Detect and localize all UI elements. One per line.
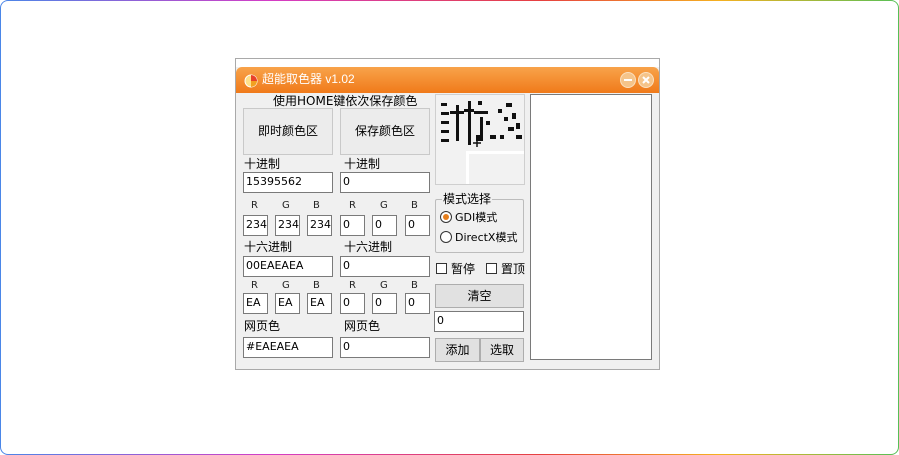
saved-web-label: 网页色 xyxy=(344,319,381,333)
live-g-hex-field[interactable]: EA xyxy=(275,293,300,314)
saved-web-field[interactable]: 0 xyxy=(340,337,430,358)
live-r-hex-field[interactable]: EA xyxy=(243,293,268,314)
live-b-label: B xyxy=(313,200,320,211)
live-hex-label: 十六进制 xyxy=(244,240,293,254)
saved-decimal-label: 十进制 xyxy=(344,157,381,171)
live-hex-field[interactable]: 00EAEAEA xyxy=(243,256,333,277)
pause-checkbox[interactable] xyxy=(436,263,447,274)
saved-b-hex-label: B xyxy=(411,280,418,291)
live-decimal-label: 十进制 xyxy=(244,157,281,171)
live-decimal-field[interactable]: 15395562 xyxy=(243,172,333,193)
live-r-hex-label: R xyxy=(251,280,258,291)
close-button[interactable] xyxy=(638,72,654,88)
saved-hex-field[interactable]: 0 xyxy=(340,256,430,277)
gdi-mode-radio[interactable] xyxy=(440,211,452,223)
mode-group-label: 模式选择 xyxy=(442,192,493,206)
saved-r-label: R xyxy=(349,200,356,211)
magnifier-preview xyxy=(435,94,525,185)
add-button[interactable]: 添加 xyxy=(435,338,480,362)
directx-mode-radio[interactable] xyxy=(440,231,452,243)
live-b-dec-field[interactable]: 234 xyxy=(307,215,332,236)
saved-r-dec-field[interactable]: 0 xyxy=(340,215,365,236)
saved-color-area-button[interactable]: 保存颜色区 xyxy=(340,108,430,155)
saved-g-hex-label: G xyxy=(380,280,388,291)
pick-button[interactable]: 选取 xyxy=(480,338,524,362)
live-g-label: G xyxy=(282,200,290,211)
saved-b-label: B xyxy=(411,200,418,211)
saved-g-dec-field[interactable]: 0 xyxy=(372,215,397,236)
saved-r-hex-field[interactable]: 0 xyxy=(340,293,365,314)
count-field[interactable]: 0 xyxy=(434,311,524,332)
saved-g-hex-field[interactable]: 0 xyxy=(372,293,397,314)
saved-b-dec-field[interactable]: 0 xyxy=(405,215,430,236)
saved-b-hex-field[interactable]: 0 xyxy=(405,293,430,314)
app-logo-icon xyxy=(244,73,258,88)
window-top-strip xyxy=(236,59,659,67)
app-window: 超能取色器 v1.02 使用HOME键依次保存颜色 即时颜色区 保存颜色区 十进… xyxy=(235,58,660,370)
clear-button[interactable]: 清空 xyxy=(435,284,524,308)
live-g-dec-field[interactable]: 234 xyxy=(275,215,300,236)
saved-colors-list[interactable] xyxy=(530,94,652,360)
live-web-field[interactable]: #EAEAEA xyxy=(243,337,333,358)
live-r-label: R xyxy=(251,200,258,211)
saved-g-label: G xyxy=(380,200,388,211)
hotkey-hint: 使用HOME键依次保存颜色 xyxy=(273,94,418,108)
live-web-label: 网页色 xyxy=(244,319,281,333)
magnified-pixels-icon xyxy=(436,95,524,184)
minimize-button[interactable] xyxy=(620,72,636,88)
pause-label[interactable]: 暂停 xyxy=(451,262,475,276)
directx-mode-label[interactable]: DirectX模式 xyxy=(455,231,517,245)
live-b-hex-label: B xyxy=(313,280,320,291)
saved-r-hex-label: R xyxy=(349,280,356,291)
window-title: 超能取色器 v1.02 xyxy=(262,72,355,86)
live-r-dec-field[interactable]: 234 xyxy=(243,215,268,236)
saved-hex-label: 十六进制 xyxy=(344,240,393,254)
always-on-top-checkbox[interactable] xyxy=(486,263,497,274)
live-b-hex-field[interactable]: EA xyxy=(307,293,332,314)
always-on-top-label[interactable]: 置顶 xyxy=(501,262,525,276)
live-color-area-button[interactable]: 即时颜色区 xyxy=(243,108,333,155)
gdi-mode-label[interactable]: GDI模式 xyxy=(455,211,497,225)
live-g-hex-label: G xyxy=(282,280,290,291)
saved-decimal-field[interactable]: 0 xyxy=(340,172,430,193)
title-bar[interactable]: 超能取色器 v1.02 xyxy=(236,67,659,93)
